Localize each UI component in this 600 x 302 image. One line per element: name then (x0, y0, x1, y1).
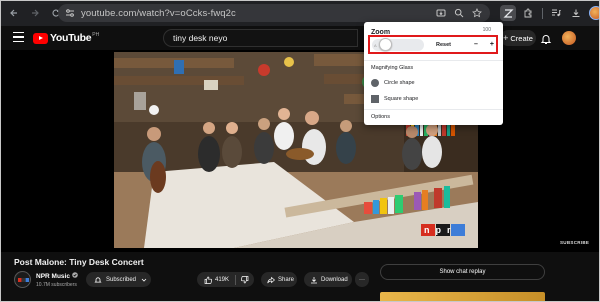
hamburger-menu-icon[interactable] (13, 32, 24, 45)
square-shape-label: Square shape (384, 96, 419, 102)
zoom-controls-highlight: A Reset – + (368, 35, 498, 54)
download-icon[interactable] (568, 5, 584, 21)
bell-icon (94, 276, 102, 284)
bookmark-star-icon[interactable] (470, 6, 484, 20)
recommendation-thumbnail[interactable] (380, 292, 545, 302)
subscribed-button[interactable]: Subscribed (86, 272, 151, 287)
channel-name: NPR Music (36, 272, 70, 280)
square-shape-option[interactable]: Square shape (371, 95, 418, 103)
channel-name-row[interactable]: NPR Music (36, 272, 78, 280)
zoom-extension-icon[interactable] (500, 5, 516, 21)
circle-shape-option[interactable]: Circle shape (371, 79, 415, 87)
back-icon[interactable] (5, 4, 23, 22)
zoom-slider-tick: A (374, 42, 377, 48)
zoom-in-button[interactable]: + (490, 41, 494, 48)
country-code: PH (92, 32, 100, 38)
zoom-slider-knob[interactable] (379, 37, 392, 51)
youtube-wordmark: YouTube (50, 32, 92, 44)
youtube-play-icon (33, 32, 48, 44)
zoom-popup: Zoom 100 A Reset – + Magnifying Glass Ci… (364, 22, 503, 125)
create-button[interactable]: + Create (500, 30, 536, 46)
like-dislike-group: 419K (197, 272, 254, 287)
zoom-out-button[interactable]: – (474, 41, 478, 48)
zoom-slider[interactable]: A (372, 37, 424, 51)
plus-icon: + (503, 32, 509, 43)
like-divider (235, 274, 237, 285)
square-shape-icon (371, 95, 379, 103)
youtube-logo[interactable]: YouTube PH (33, 32, 99, 44)
toolbar-divider (540, 5, 544, 21)
youtube-masthead: YouTube PH tiny desk neyo + Create (0, 26, 600, 50)
options-divider (364, 109, 503, 110)
thumbs-down-icon (241, 275, 249, 283)
share-label: Share (278, 276, 295, 283)
subscriber-count: 10.7M subscribers (36, 282, 77, 288)
verified-badge-icon (72, 272, 78, 280)
options-link[interactable]: Options (371, 114, 390, 120)
search-input[interactable]: tiny desk neyo (163, 29, 358, 47)
browser-toolbar: youtube.com/watch?v=oCcks-fwq2c (0, 0, 600, 26)
subscribe-watermark[interactable]: SUBSCRIBE (560, 240, 589, 245)
create-label: Create (510, 33, 533, 43)
more-actions-button[interactable]: ··· (355, 272, 369, 287)
thumbs-up-icon (204, 276, 212, 284)
media-controls-icon[interactable] (548, 5, 564, 21)
channel-avatar[interactable] (14, 271, 31, 288)
zoom-reset-button[interactable]: Reset (436, 42, 451, 48)
profile-avatar[interactable] (588, 5, 600, 21)
like-count: 419K (215, 276, 230, 283)
chevron-down-icon (141, 277, 147, 283)
dislike-button[interactable] (241, 275, 249, 284)
like-button[interactable]: 419K (204, 276, 229, 284)
subscribed-label: Subscribed (106, 276, 137, 283)
circle-shape-label: Circle shape (384, 80, 415, 86)
more-actions-icon: ··· (359, 276, 365, 283)
magnifying-glass-heading: Magnifying Glass (371, 65, 414, 71)
zoom-divider (364, 60, 503, 61)
video-title: Post Malone: Tiny Desk Concert (14, 257, 144, 267)
notifications-bell-icon[interactable] (540, 32, 552, 44)
address-bar[interactable]: youtube.com/watch?v=oCcks-fwq2c (58, 4, 490, 22)
account-avatar[interactable] (562, 31, 576, 45)
share-icon (267, 276, 275, 284)
extensions-puzzle-icon[interactable] (520, 5, 536, 21)
share-button[interactable]: Share (261, 272, 297, 287)
install-app-icon[interactable] (434, 6, 448, 20)
download-icon (310, 276, 318, 284)
download-button[interactable]: Download (304, 272, 352, 287)
forward-icon[interactable] (26, 4, 44, 22)
site-info-icon[interactable] (63, 6, 77, 20)
npr-watermark: npr (424, 225, 457, 235)
zoom-lens-icon[interactable] (452, 6, 466, 20)
zoom-value: 100 (482, 27, 491, 33)
circle-shape-icon (371, 79, 379, 87)
download-label: Download (321, 276, 348, 283)
show-chat-replay-button[interactable]: Show chat replay (380, 264, 545, 280)
url-text: youtube.com/watch?v=oCcks-fwq2c (81, 7, 236, 19)
